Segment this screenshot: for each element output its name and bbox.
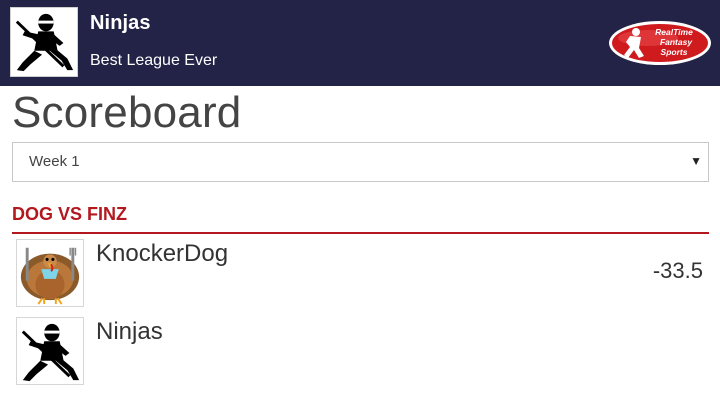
dropdown-arrow-icon: ▼ — [690, 154, 702, 168]
svg-text:Fantasy: Fantasy — [660, 37, 693, 47]
svg-text:RealTime: RealTime — [655, 27, 693, 37]
ninja-icon — [16, 317, 84, 385]
team-score: -33.5 — [652, 258, 703, 283]
team-name: KnockerDog — [96, 240, 229, 267]
turkey-icon — [16, 239, 84, 307]
page-title: Scoreboard — [12, 88, 242, 137]
week-select[interactable]: Week 1 ▼ — [12, 142, 709, 182]
team-row-ninjas[interactable]: Ninjas — [12, 312, 709, 385]
team-name: Ninjas — [96, 318, 163, 345]
league-subtitle: Best League Ever — [90, 52, 218, 69]
ninja-icon[interactable] — [10, 7, 78, 77]
team-row-knockerdog[interactable]: KnockerDog -33.5 — [12, 234, 709, 307]
svg-text:Sports: Sports — [661, 47, 688, 57]
realtime-fantasy-sports-logo[interactable]: RealTime Fantasy Sports — [608, 20, 712, 66]
matchup-title[interactable]: DOG VS FINZ — [12, 204, 127, 225]
week-select-value: Week 1 — [29, 153, 80, 170]
app-header: Ninjas Best League Ever RealTime Fantasy… — [0, 0, 720, 86]
league-name: Ninjas — [90, 12, 151, 34]
